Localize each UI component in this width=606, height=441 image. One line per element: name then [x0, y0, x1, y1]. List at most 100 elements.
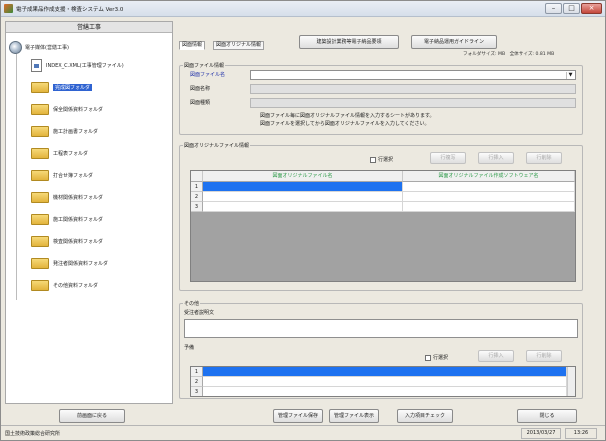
tree-item-inspection[interactable]: 検査関係資料フォルダ [31, 234, 103, 248]
tree-root-label: 電子媒体(営繕工事) [25, 44, 69, 51]
tree-item-completion-drawings[interactable]: 完成図フォルダ [31, 80, 93, 94]
grid-row-number[interactable]: 1 [191, 182, 203, 192]
grid-cell[interactable] [203, 367, 567, 377]
original-file-info-title: 図面オリジナルファイル情報 [183, 142, 251, 149]
tree-connector-line [16, 54, 17, 300]
tree-item-label: その他資料フォルダ [53, 282, 99, 289]
close-button[interactable]: 閉じる [517, 409, 577, 423]
save-management-file-button[interactable]: 管理ファイル保存 [273, 409, 323, 423]
drawing-name-field [250, 84, 576, 94]
operation-guideline-button[interactable]: 電子納品運用ガイドライン [411, 35, 497, 49]
grid-header-file-name[interactable]: 図面オリジナルファイル名 [203, 171, 403, 182]
folder-icon [31, 191, 49, 203]
folder-icon [31, 213, 49, 225]
insert-row-button[interactable]: 行挿入 [478, 152, 514, 164]
drawing-file-name-dropdown[interactable]: ▼ [250, 70, 576, 80]
status-bar: 国土技術政策総合研究所 2013/03/27 13:26 [1, 425, 605, 440]
tree-item-index-xml[interactable]: INDEX_C.XML(工事管理ファイル) [31, 58, 124, 72]
xml-document-icon [31, 58, 42, 72]
grid-cell[interactable] [403, 202, 575, 212]
folder-icon [31, 257, 49, 269]
tree-item-schedule[interactable]: 工程表フォルダ [31, 146, 88, 160]
tree-item-client-docs[interactable]: 発注者関係資料フォルダ [31, 256, 108, 270]
grid-cell[interactable] [403, 192, 575, 202]
tree-item-materials[interactable]: 機材関係資料フォルダ [31, 190, 103, 204]
tree-item-label: INDEX_C.XML(工事管理ファイル) [46, 62, 124, 69]
tree-item-label: 施工計画書フォルダ [53, 128, 99, 135]
grid-cell[interactable] [203, 377, 567, 387]
close-window-button[interactable]: × [581, 3, 602, 14]
tree-item-label: 検査関係資料フォルダ [53, 238, 104, 245]
input-check-button[interactable]: 入力項目チェック [397, 409, 453, 423]
reserve-row-select-checkbox[interactable]: 行選択 [425, 354, 448, 361]
grid-cell[interactable] [203, 182, 403, 192]
grid-row-number[interactable]: 2 [191, 377, 203, 387]
tab-drawing-original-info[interactable]: 図面オリジナル情報 [213, 41, 265, 50]
grid-cell[interactable] [203, 387, 567, 396]
drawing-file-info-title: 図面ファイル情報 [183, 62, 226, 69]
folder-icon [31, 279, 49, 291]
tree-item-construction-plan[interactable]: 施工計画書フォルダ [31, 124, 98, 138]
maximize-button[interactable]: □ [563, 3, 580, 14]
client-note-label: 受注者説明文 [184, 310, 215, 316]
grid-cell[interactable] [203, 192, 403, 202]
folder-size-info: フォルダサイズ: MB 全体サイズ: 0.81 MB [463, 51, 554, 57]
total-size-label: 全体サイズ: [509, 52, 534, 57]
tree-item-label: 保全関係資料フォルダ [53, 106, 104, 113]
original-file-info-group: 図面オリジナルファイル情報 行選択 行複写 行挿入 行削除 図面オリジナルファイ… [179, 142, 583, 291]
original-file-grid[interactable]: 図面オリジナルファイル名 図面オリジナルファイル作成ソフトウェア名 1 2 3 [190, 170, 576, 282]
other-group: その他 受注者説明文 予備 行選択 行挿入 行削除 1 2 3 [179, 300, 583, 399]
tree-item-label: 施工関係資料フォルダ [53, 216, 104, 223]
tree-item-construction-docs[interactable]: 施工関係資料フォルダ [31, 212, 103, 226]
reserve-insert-row-button[interactable]: 行挿入 [478, 350, 514, 362]
status-time: 13:26 [565, 428, 597, 439]
show-management-file-button[interactable]: 管理ファイル表示 [329, 409, 379, 423]
tree-root-node[interactable]: 電子媒体(営繕工事) [9, 40, 69, 54]
row-select-checkbox[interactable]: 行選択 [370, 156, 393, 163]
grid-cell[interactable] [403, 182, 575, 192]
grid-corner [191, 171, 203, 182]
reserve-grid[interactable]: 1 2 3 [190, 366, 576, 397]
grid-cell[interactable] [203, 202, 403, 212]
app-window: 電子成果品作成支援・検査システム Ver3.0 – □ × 営繕工事 電子媒体(… [0, 0, 606, 441]
total-size-value: 0.81 MB [535, 52, 555, 57]
grid-row-number[interactable]: 3 [191, 387, 203, 396]
reserve-grid-scrollbar[interactable] [567, 367, 575, 396]
cd-disc-icon [9, 40, 22, 54]
window-title: 電子成果品作成支援・検査システム Ver3.0 [16, 7, 124, 13]
tree-item-maintenance[interactable]: 保全関係資料フォルダ [31, 102, 103, 116]
grid-header-software[interactable]: 図面オリジナルファイル作成ソフトウェア名 [403, 171, 575, 182]
client-note-textarea[interactable] [184, 319, 578, 338]
tree-heading: 営繕工事 [6, 22, 172, 33]
folder-icon [31, 169, 49, 181]
chevron-down-icon[interactable]: ▼ [566, 72, 574, 79]
tree-item-other[interactable]: その他資料フォルダ [31, 278, 98, 292]
status-date: 2013/03/27 [521, 428, 561, 439]
other-group-title: その他 [183, 300, 201, 307]
instruction-note-2: 図面ファイルを選択してから図面オリジナルファイルを入力してください。 [260, 121, 430, 127]
tree-item-meeting-records[interactable]: 打合せ簿フォルダ [31, 168, 93, 182]
app-icon [4, 4, 13, 13]
checkbox-box[interactable] [370, 156, 376, 163]
tree-item-label: 工程表フォルダ [53, 150, 89, 157]
minimize-button[interactable]: – [545, 3, 562, 14]
instruction-note-1: 図面ファイル毎に図面オリジナルファイル情報を入力するシートがあります。 [260, 113, 435, 119]
back-button[interactable]: 前画面に戻る [59, 409, 125, 423]
drawing-name-label: 図面名称 [190, 86, 211, 92]
folder-icon [31, 103, 49, 115]
drawing-file-info-group: 図面ファイル情報 図面ファイル名 ▼ 図面名称 図面種類 図面ファイル毎に図面オ… [179, 62, 583, 135]
tree-item-label: 機材関係資料フォルダ [53, 194, 104, 201]
tab-drawing-info[interactable]: 図面情報 [179, 41, 206, 50]
tree-item-label: 打合せ簿フォルダ [53, 172, 94, 179]
folder-icon [31, 125, 49, 137]
grid-row-number[interactable]: 2 [191, 192, 203, 202]
guideline-manual-button[interactable]: 建築設計業務等電子納品要領 [299, 35, 399, 49]
grid-row-number[interactable]: 3 [191, 202, 203, 212]
checkbox-box[interactable] [425, 354, 431, 361]
delete-row-button[interactable]: 行削除 [526, 152, 562, 164]
folder-size-value: MB [498, 52, 506, 57]
copy-row-button[interactable]: 行複写 [430, 152, 466, 164]
folder-icon [31, 147, 49, 159]
grid-row-number[interactable]: 1 [191, 367, 203, 377]
reserve-delete-row-button[interactable]: 行削除 [526, 350, 562, 362]
